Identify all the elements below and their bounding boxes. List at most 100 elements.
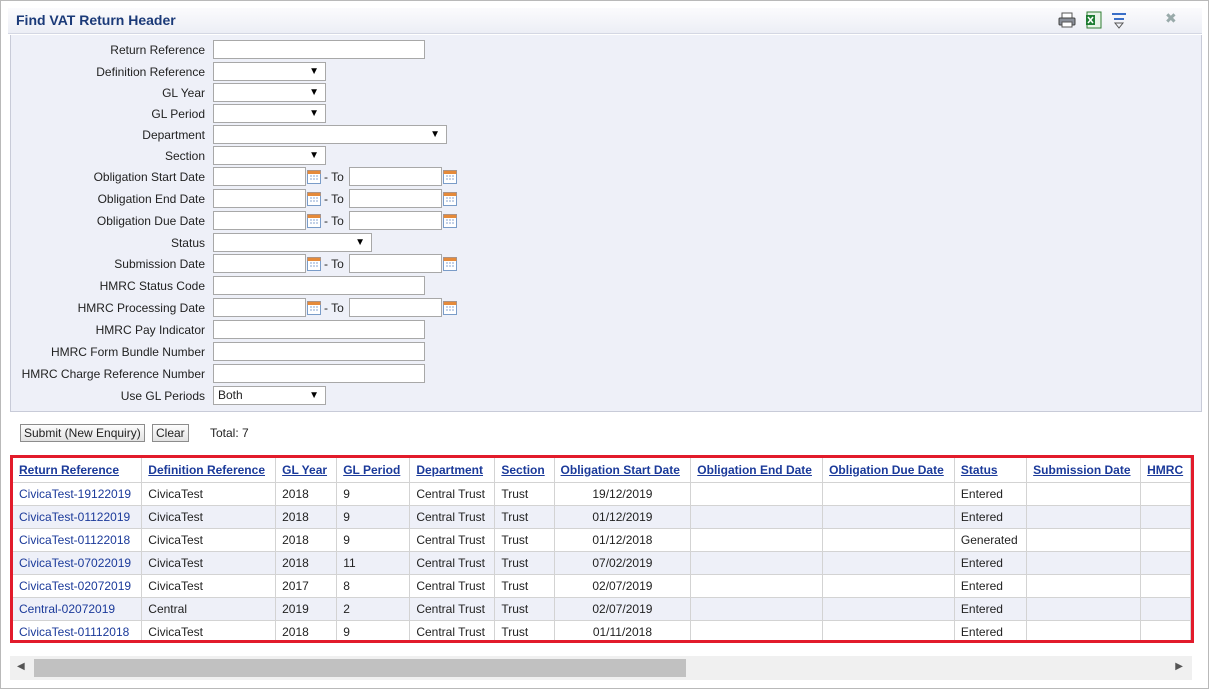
definition-reference-select[interactable]: ▼ <box>213 62 326 81</box>
table-row[interactable]: CivicaTest-01122018 CivicaTest 2018 9 Centra… <box>13 527 1191 551</box>
table-cell[interactable]: CivicaTest-07022019 <box>13 550 143 574</box>
label-hmrc-form-bundle-number: HMRC Form Bundle Number <box>50 345 205 359</box>
row-obligation-end-date: Obligation End Date - To <box>11 189 1201 209</box>
calendar-icon[interactable] <box>307 214 321 228</box>
printer-icon[interactable] <box>1058 11 1076 29</box>
table-header-row: Return Reference Definition Reference GL Y… <box>13 458 1191 482</box>
table-cell[interactable]: CivicaTest-01122018 <box>13 527 143 551</box>
obligation-due-date-from-input[interactable] <box>213 211 306 230</box>
column-header[interactable]: Return Reference <box>13 458 143 482</box>
submission-date-to-input[interactable] <box>349 254 442 273</box>
use-gl-periods-value: Both <box>218 388 243 402</box>
column-header[interactable]: Submission Date <box>1026 458 1142 482</box>
table-cell: 2018 <box>275 550 338 574</box>
column-header[interactable]: GL Period <box>336 458 411 482</box>
table-cell: 9 <box>336 481 411 505</box>
table-cell: 2018 <box>275 481 338 505</box>
column-header[interactable]: GL Year <box>275 458 338 482</box>
table-cell[interactable]: CivicaTest-01112018 <box>13 619 143 640</box>
table-cell: 11 <box>336 550 411 574</box>
section-select[interactable]: ▼ <box>213 146 326 165</box>
return-reference-input[interactable] <box>213 40 425 59</box>
table-row[interactable]: CivicaTest-02072019 CivicaTest 2017 8 Centra… <box>13 573 1191 597</box>
hmrc-processing-date-to-input[interactable] <box>349 298 442 317</box>
obligation-start-date-from-input[interactable] <box>213 167 306 186</box>
to-label: - To <box>324 214 344 228</box>
filter-icon[interactable] <box>1110 11 1128 29</box>
hmrc-charge-reference-number-input[interactable] <box>213 364 425 383</box>
status-select[interactable]: ▼ <box>213 233 372 252</box>
table-row[interactable]: CivicaTest-07022019 CivicaTest 2018 11 Centr… <box>13 550 1191 574</box>
column-header[interactable]: Obligation End Date <box>690 458 824 482</box>
submission-date-from-input[interactable] <box>213 254 306 273</box>
calendar-icon[interactable] <box>443 257 457 271</box>
table-cell: 9 <box>336 504 411 528</box>
obligation-end-date-to-input[interactable] <box>349 189 442 208</box>
table-cell <box>1140 573 1191 597</box>
table-cell <box>1140 596 1191 620</box>
calendar-icon[interactable] <box>307 257 321 271</box>
obligation-start-date-to-input[interactable] <box>349 167 442 186</box>
to-label: - To <box>324 170 344 184</box>
column-header[interactable]: Department <box>409 458 496 482</box>
table-row[interactable]: Central-02072019 Central 2019 2 Central Trus… <box>13 596 1191 620</box>
table-row[interactable]: CivicaTest-19122019 CivicaTest 2018 9 Centra… <box>13 481 1191 505</box>
dialog-window: Find VAT Return Header ✖ Return Referenc… <box>0 0 1209 689</box>
dropdown-arrow-icon: ▼ <box>309 390 319 401</box>
calendar-icon[interactable] <box>443 192 457 206</box>
excel-icon[interactable] <box>1085 11 1103 29</box>
department-select[interactable]: ▼ <box>213 125 447 144</box>
calendar-icon[interactable] <box>443 301 457 315</box>
table-cell: Central Trust <box>409 504 496 528</box>
label-hmrc-pay-indicator: HMRC Pay Indicator <box>95 323 205 337</box>
column-header[interactable]: Obligation Due Date <box>822 458 955 482</box>
dropdown-arrow-icon: ▼ <box>309 108 319 119</box>
table-cell <box>690 504 824 528</box>
close-icon[interactable]: ✖ <box>1165 10 1177 27</box>
clear-button[interactable]: Clear <box>152 424 189 442</box>
table-cell[interactable]: Central-02072019 <box>13 596 143 620</box>
table-cell: Central Trust <box>409 481 496 505</box>
column-header[interactable]: Definition Reference <box>141 458 277 482</box>
calendar-icon[interactable] <box>443 214 457 228</box>
obligation-due-date-to-input[interactable] <box>349 211 442 230</box>
table-row[interactable]: CivicaTest-01112018 CivicaTest 2018 9 Centra… <box>13 619 1191 640</box>
column-header[interactable]: Section <box>494 458 555 482</box>
obligation-end-date-from-input[interactable] <box>213 189 306 208</box>
row-use-gl-periods: Use GL Periods Both ▼ <box>11 386 1201 406</box>
calendar-icon[interactable] <box>307 192 321 206</box>
horizontal-scrollbar[interactable]: ◀ ▶ <box>10 656 1192 680</box>
table-row[interactable]: CivicaTest-01122019 CivicaTest 2018 9 Centra… <box>13 504 1191 528</box>
table-cell: Trust <box>494 504 555 528</box>
calendar-icon[interactable] <box>307 301 321 315</box>
column-header[interactable]: Status <box>954 458 1028 482</box>
to-label: - To <box>324 301 344 315</box>
hmrc-status-code-input[interactable] <box>213 276 425 295</box>
label-use-gl-periods: Use GL Periods <box>120 389 205 403</box>
gl-year-select[interactable]: ▼ <box>213 83 326 102</box>
scroll-left-icon[interactable]: ◀ <box>17 661 25 672</box>
table-cell: Central Trust <box>409 527 496 551</box>
table-cell[interactable]: CivicaTest-02072019 <box>13 573 143 597</box>
hmrc-form-bundle-number-input[interactable] <box>213 342 425 361</box>
scrollbar-thumb[interactable] <box>34 659 686 677</box>
use-gl-periods-select[interactable]: Both ▼ <box>213 386 326 405</box>
column-header[interactable]: Obligation Start Date <box>554 458 692 482</box>
table-cell: CivicaTest <box>141 481 277 505</box>
table-cell: 2 <box>336 596 411 620</box>
dropdown-arrow-icon: ▼ <box>355 237 365 248</box>
hmrc-pay-indicator-input[interactable] <box>213 320 425 339</box>
table-cell[interactable]: CivicaTest-01122019 <box>13 504 143 528</box>
row-gl-period: GL Period ▼ <box>11 104 1201 124</box>
calendar-icon[interactable] <box>443 170 457 184</box>
table-cell[interactable]: CivicaTest-19122019 <box>13 481 143 505</box>
hmrc-processing-date-from-input[interactable] <box>213 298 306 317</box>
table-cell: Trust <box>494 596 555 620</box>
column-header[interactable]: HMRC <box>1140 458 1191 482</box>
gl-period-select[interactable]: ▼ <box>213 104 326 123</box>
submit-button[interactable]: Submit (New Enquiry) <box>20 424 145 442</box>
table-cell <box>1026 481 1142 505</box>
to-label: - To <box>324 192 344 206</box>
calendar-icon[interactable] <box>307 170 321 184</box>
scroll-right-icon[interactable]: ▶ <box>1175 661 1183 672</box>
